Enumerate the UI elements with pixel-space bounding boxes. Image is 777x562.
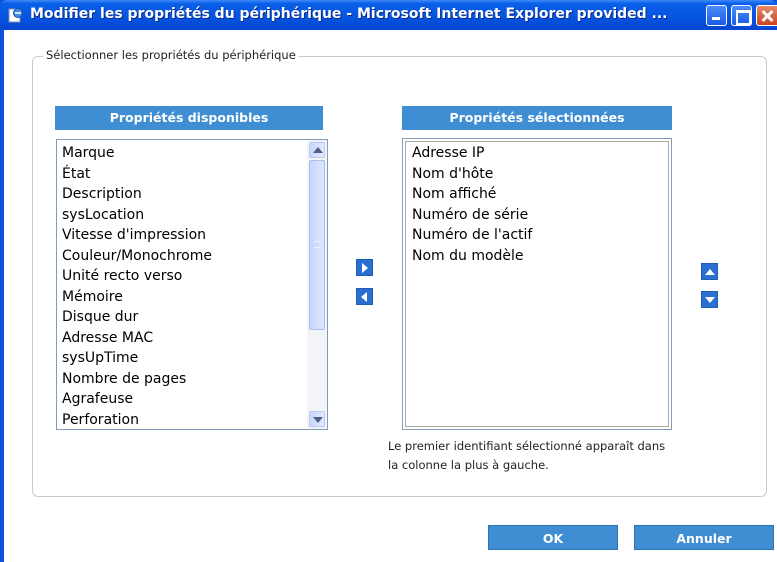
list-item[interactable]: Nom d'hôte — [407, 164, 667, 185]
list-item[interactable]: Mémoire — [57, 287, 307, 308]
list-item[interactable]: Nombre de pages — [57, 369, 307, 390]
selected-properties-list[interactable]: Adresse IP Nom d'hôte Nom affiché Numéro… — [402, 138, 672, 430]
cancel-button[interactable]: Annuler — [634, 525, 774, 550]
list-item[interactable]: Disque dur — [57, 307, 307, 328]
move-up-button[interactable] — [701, 263, 718, 280]
list-item[interactable]: État — [57, 164, 307, 185]
group-legend: Sélectionner les propriétés du périphéri… — [43, 48, 299, 62]
list-item[interactable]: sysUpTime — [57, 348, 307, 369]
list-item[interactable]: Nom du modèle — [407, 246, 667, 267]
list-item[interactable]: Vitesse d'impression — [57, 225, 307, 246]
list-item[interactable]: Adresse MAC — [57, 328, 307, 349]
selected-properties-header: Propriétés sélectionnées — [402, 106, 672, 130]
list-item[interactable]: Unité recto verso — [57, 266, 307, 287]
selected-list-frame: Adresse IP Nom d'hôte Nom affiché Numéro… — [405, 141, 669, 427]
scroll-up-arrow-icon[interactable] — [309, 142, 325, 158]
list-item[interactable]: Agrafeuse — [57, 389, 307, 410]
available-properties-list[interactable]: Marque État Description sysLocation Vite… — [56, 139, 328, 430]
list-item[interactable]: Marque — [57, 143, 307, 164]
list-item[interactable]: Numéro de l'actif — [407, 225, 667, 246]
list-item[interactable]: Perforation — [57, 410, 307, 430]
selection-order-note: Le premier identifiant sélectionné appar… — [388, 439, 666, 472]
maximize-button[interactable] — [731, 5, 752, 26]
window-title: Modifier les propriétés du périphérique … — [30, 6, 668, 22]
ie-page-icon — [8, 8, 23, 23]
list-item[interactable]: Couleur/Monochrome — [57, 246, 307, 267]
available-list-scrollbar[interactable] — [307, 140, 327, 429]
title-bar[interactable]: Modifier les propriétés du périphérique … — [0, 0, 777, 30]
ok-button[interactable]: OK — [488, 525, 618, 550]
list-item[interactable]: Nom affiché — [407, 184, 667, 205]
move-down-button[interactable] — [701, 291, 718, 308]
list-item[interactable]: Adresse IP — [407, 143, 667, 164]
remove-property-button[interactable] — [356, 288, 373, 305]
scrollbar-thumb[interactable] — [309, 160, 325, 330]
add-property-button[interactable] — [356, 259, 373, 276]
grip-icon — [314, 241, 321, 248]
list-item[interactable]: Numéro de série — [407, 205, 667, 226]
minimize-button[interactable] — [706, 5, 727, 26]
available-properties-header: Propriétés disponibles — [55, 106, 323, 130]
list-item[interactable]: Description — [57, 184, 307, 205]
close-button[interactable] — [756, 5, 777, 26]
scroll-down-arrow-icon[interactable] — [309, 411, 325, 427]
list-item[interactable]: sysLocation — [57, 205, 307, 226]
